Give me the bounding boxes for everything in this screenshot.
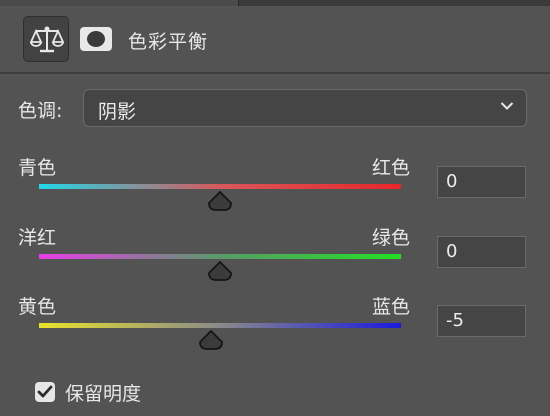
slider-row-yellow-blue: 黄色 蓝色 -5: [0, 292, 550, 362]
chevron-down-icon: [500, 102, 514, 110]
slider-right-label: 红色: [372, 157, 411, 179]
tone-select[interactable]: 阴影: [83, 89, 527, 127]
slider-left-label: 青色: [18, 157, 57, 179]
checkmark-icon: [37, 385, 53, 398]
balance-scale-icon[interactable]: [23, 16, 69, 62]
preserve-luminosity-checkbox[interactable]: [35, 382, 55, 402]
color-balance-panel: 色彩平衡 色调: 阴影 青色 红色 0 洋红 绿色 0 黄色 蓝色 -5 保留明…: [0, 0, 550, 416]
tone-label: 色调:: [18, 100, 63, 122]
cyan-red-thumb[interactable]: [207, 191, 233, 211]
layer-mask-icon[interactable]: [80, 27, 112, 51]
slider-right-label: 蓝色: [372, 296, 411, 318]
magenta-green-input[interactable]: 0: [437, 236, 526, 268]
yellow-blue-track[interactable]: [39, 323, 401, 328]
slider-right-label: 绿色: [372, 227, 411, 249]
cyan-red-input[interactable]: 0: [437, 166, 526, 198]
slider-row-magenta-green: 洋红 绿色 0: [0, 223, 550, 293]
yellow-blue-input[interactable]: -5: [437, 305, 526, 337]
panel-title: 色彩平衡: [128, 31, 209, 53]
slider-left-label: 黄色: [18, 296, 57, 318]
preserve-luminosity-label: 保留明度: [65, 383, 142, 405]
magenta-green-thumb[interactable]: [207, 261, 233, 281]
cyan-red-track[interactable]: [39, 184, 401, 189]
magenta-green-track[interactable]: [39, 254, 401, 259]
yellow-blue-thumb[interactable]: [198, 330, 224, 350]
properties-header: 色彩平衡: [0, 6, 550, 74]
slider-left-label: 洋红: [18, 227, 57, 249]
slider-row-cyan-red: 青色 红色 0: [0, 153, 550, 223]
tone-select-value: 阴影: [98, 101, 137, 123]
